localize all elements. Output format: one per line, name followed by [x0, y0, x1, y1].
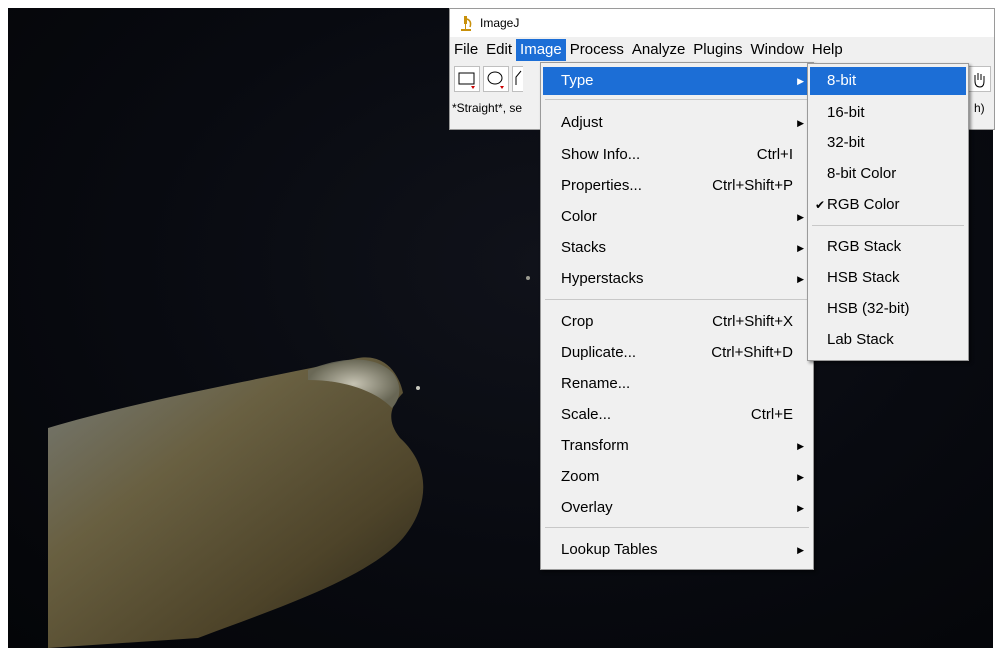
oval-icon: [487, 71, 504, 89]
oval-tool[interactable]: [483, 66, 509, 92]
rectangle-tool[interactable]: [454, 66, 480, 92]
menu-item-label: Overlay: [561, 499, 613, 516]
status-text: *Straight*, se: [452, 101, 523, 115]
menu-item-hyperstacks[interactable]: Hyperstacks ▶: [543, 265, 811, 293]
microscope-icon: [458, 14, 474, 32]
polygon-tool[interactable]: [512, 66, 523, 92]
menu-separator: [812, 225, 964, 226]
submenu-arrow-icon: ▶: [797, 118, 804, 128]
submenu-item-label: 8-bit Color: [827, 165, 897, 182]
menu-plugins[interactable]: Plugins: [689, 39, 746, 61]
submenu-arrow-icon: ▶: [797, 441, 804, 451]
menu-item-overlay[interactable]: Overlay ▶: [543, 494, 811, 522]
menu-item-label: Crop: [561, 313, 594, 330]
menu-item-lookup-tables[interactable]: Lookup Tables ▶: [543, 536, 811, 564]
menu-item-label: Zoom: [561, 468, 600, 485]
submenu-arrow-icon: ▶: [797, 472, 804, 482]
submenu-arrow-icon: ▶: [797, 274, 804, 284]
submenu-item-label: RGB Stack: [827, 238, 902, 255]
menu-analyze[interactable]: Analyze: [628, 39, 689, 61]
menu-item-zoom[interactable]: Zoom ▶: [543, 463, 811, 491]
menu-item-show-info[interactable]: Show Info... Ctrl+I: [543, 141, 811, 169]
menu-item-label: Lookup Tables: [561, 541, 658, 558]
menu-item-crop[interactable]: Crop Ctrl+Shift+X: [543, 308, 811, 336]
menu-edit[interactable]: Edit: [482, 39, 516, 61]
submenu-item-16bit[interactable]: 16-bit: [810, 99, 966, 127]
menu-help[interactable]: Help: [808, 39, 847, 61]
menu-item-scale[interactable]: Scale... Ctrl+E: [543, 401, 811, 429]
menu-item-label: Rename...: [561, 375, 631, 392]
submenu-arrow-icon: ▶: [797, 76, 804, 86]
submenu-item-label: RGB Color: [827, 196, 900, 213]
menu-shortcut: Ctrl+Shift+X: [712, 313, 793, 330]
submenu-item-lab-stack[interactable]: Lab Stack: [810, 326, 966, 354]
menu-item-properties[interactable]: Properties... Ctrl+Shift+P: [543, 172, 811, 200]
submenu-item-32bit[interactable]: 32-bit: [810, 129, 966, 157]
status-text-right: h): [974, 101, 985, 115]
menu-item-stacks[interactable]: Stacks ▶: [543, 234, 811, 262]
submenu-item-label: HSB Stack: [827, 269, 900, 286]
menu-item-label: Show Info...: [561, 146, 641, 163]
menu-process[interactable]: Process: [566, 39, 628, 61]
menu-item-adjust[interactable]: Adjust ▶: [543, 109, 811, 137]
title-bar: ImageJ: [450, 9, 994, 37]
submenu-arrow-icon: ▶: [797, 545, 804, 555]
submenu-arrow-icon: ▶: [797, 243, 804, 253]
menu-separator: [545, 527, 809, 528]
menu-item-color[interactable]: Color ▶: [543, 203, 811, 231]
menu-item-label: Adjust: [561, 114, 603, 131]
checkmark-icon: ✔: [815, 198, 826, 212]
submenu-item-rgb-stack[interactable]: RGB Stack: [810, 233, 966, 261]
submenu-item-label: Lab Stack: [827, 331, 894, 348]
submenu-arrow-icon: ▶: [797, 503, 804, 513]
submenu-arrow-icon: ▶: [797, 212, 804, 222]
rectangle-icon: [458, 72, 475, 89]
submenu-item-8bit[interactable]: 8-bit: [810, 67, 966, 95]
submenu-item-label: 16-bit: [827, 104, 865, 121]
submenu-item-label: 8-bit: [827, 72, 857, 89]
menu-separator: [545, 99, 809, 100]
menu-item-label: Hyperstacks: [561, 270, 644, 287]
submenu-item-rgb-color[interactable]: ✔ RGB Color: [810, 191, 966, 219]
menu-item-label: Scale...: [561, 406, 612, 423]
hand-tool[interactable]: [967, 66, 991, 92]
menu-item-label: Transform: [561, 437, 629, 454]
menu-item-type[interactable]: Type ▶: [543, 67, 811, 95]
menu-shortcut: Ctrl+Shift+D: [711, 344, 793, 361]
menu-item-label: Type: [561, 72, 594, 89]
menu-item-label: Duplicate...: [561, 344, 637, 361]
menu-image[interactable]: Image: [516, 39, 566, 61]
menu-item-transform[interactable]: Transform ▶: [543, 432, 811, 460]
menu-window[interactable]: Window: [747, 39, 808, 61]
menu-item-label: Stacks: [561, 239, 607, 256]
menu-shortcut: Ctrl+I: [756, 146, 793, 163]
image-menu-dropdown: Type ▶ Adjust ▶ Show Info... Ctrl+I Prop…: [540, 62, 814, 570]
menu-file[interactable]: File: [450, 39, 482, 61]
menu-shortcut: Ctrl+Shift+P: [712, 177, 793, 194]
menu-item-label: Properties...: [561, 177, 642, 194]
menu-item-label: Color: [561, 208, 597, 225]
submenu-item-hsb-32bit[interactable]: HSB (32-bit): [810, 295, 966, 323]
menu-item-rename[interactable]: Rename...: [543, 370, 811, 398]
window-title: ImageJ: [480, 16, 520, 30]
polygon-icon: [515, 70, 522, 85]
submenu-item-hsb-stack[interactable]: HSB Stack: [810, 264, 966, 292]
type-submenu: 8-bit 16-bit 32-bit 8-bit Color ✔ RGB Co…: [807, 63, 969, 361]
menu-shortcut: Ctrl+E: [750, 406, 793, 423]
submenu-item-label: HSB (32-bit): [827, 300, 910, 317]
submenu-item-label: 32-bit: [827, 134, 865, 151]
submenu-item-8bit-color[interactable]: 8-bit Color: [810, 160, 966, 188]
menu-bar: File Edit Image Process Analyze Plugins …: [450, 39, 994, 61]
menu-item-duplicate[interactable]: Duplicate... Ctrl+Shift+D: [543, 339, 811, 367]
menu-separator: [545, 299, 809, 300]
hand-icon: [974, 73, 985, 88]
